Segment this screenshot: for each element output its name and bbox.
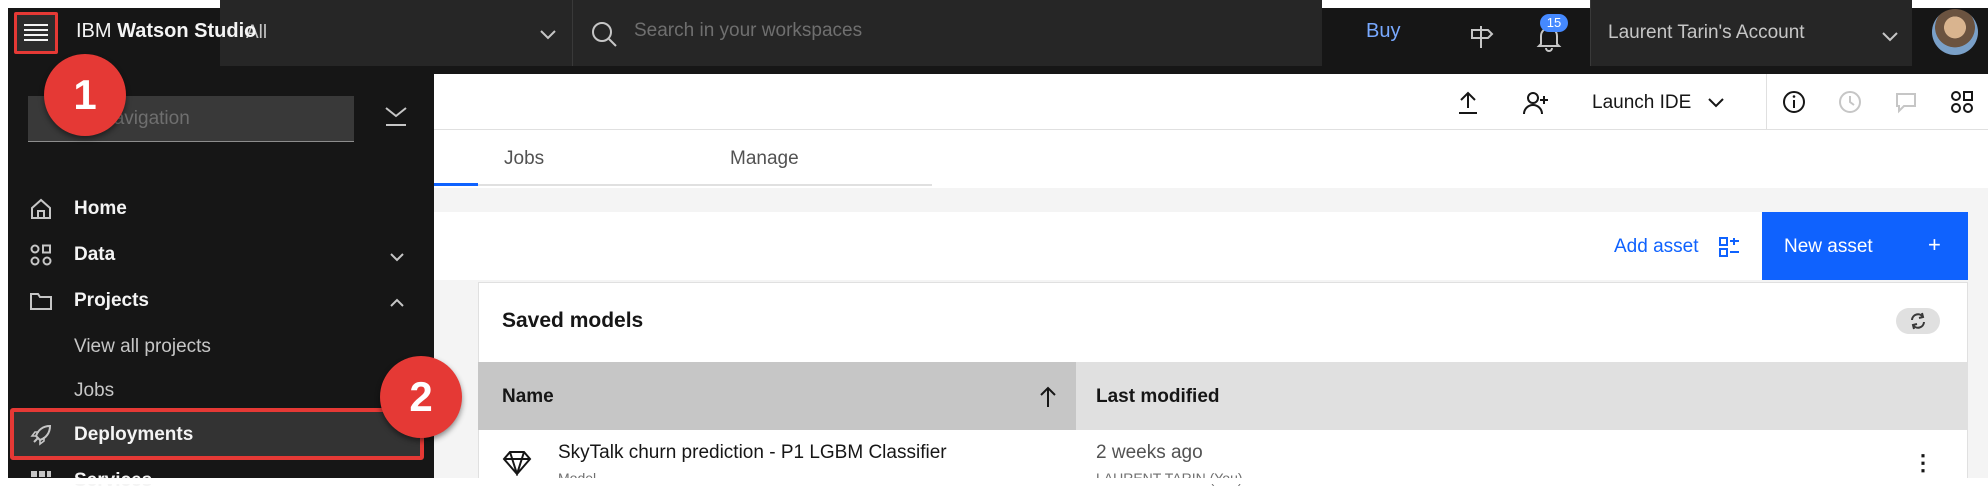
scope-selector[interactable] bbox=[220, 0, 572, 66]
chevron-down-icon bbox=[540, 30, 556, 40]
tab-bar bbox=[344, 132, 1988, 186]
search-icon bbox=[592, 22, 617, 47]
avatar[interactable] bbox=[1932, 9, 1978, 55]
bottom-edge bbox=[8, 478, 1988, 484]
notification-badge: 15 bbox=[1540, 14, 1568, 32]
app-brand[interactable]: IBM Watson Studio bbox=[76, 20, 256, 43]
step-marker-2: 2 bbox=[380, 356, 462, 438]
chevron-down-icon bbox=[390, 253, 404, 262]
search-input[interactable]: Search in your workspaces bbox=[634, 20, 862, 42]
buy-link[interactable]: Buy bbox=[1366, 20, 1400, 43]
tab-jobs[interactable]: Jobs bbox=[504, 148, 544, 170]
folder-icon bbox=[30, 293, 52, 310]
column-header-name[interactable] bbox=[478, 362, 1076, 430]
launch-ide-button[interactable]: Launch IDE bbox=[1592, 92, 1691, 114]
sidebar-item-deployments[interactable]: Deployments bbox=[74, 424, 193, 446]
sidebar-item-projects[interactable]: Projects bbox=[74, 290, 149, 312]
history-icon[interactable] bbox=[1838, 90, 1862, 114]
collapse-all-icon[interactable] bbox=[384, 106, 408, 128]
overflow-menu-icon[interactable]: ⋮ bbox=[1912, 450, 1934, 476]
chevron-down-icon bbox=[1708, 98, 1724, 108]
sidebar-item-deployments-highlight[interactable] bbox=[10, 408, 424, 460]
step-marker-1: 1 bbox=[44, 54, 126, 136]
toolbar-divider bbox=[1766, 74, 1767, 130]
add-collaborator-icon[interactable] bbox=[1522, 90, 1550, 116]
rocket-icon bbox=[30, 424, 52, 446]
plus-icon: + bbox=[1928, 232, 1941, 257]
model-name-link[interactable]: SkyTalk churn prediction - P1 LGBM Class… bbox=[558, 442, 947, 464]
chevron-down-icon bbox=[1882, 32, 1898, 42]
menu-icon bbox=[24, 24, 48, 41]
add-asset-icon bbox=[1719, 237, 1739, 257]
sidebar-item-view-all-projects[interactable]: View all projects bbox=[74, 336, 211, 358]
sidebar-item-jobs[interactable]: Jobs bbox=[74, 380, 114, 402]
last-modified-value: 2 weeks ago bbox=[1096, 442, 1203, 463]
info-icon[interactable] bbox=[1782, 90, 1806, 114]
signpost-icon[interactable] bbox=[1468, 24, 1494, 50]
new-asset-label: New asset bbox=[1784, 236, 1873, 257]
data-icon[interactable] bbox=[1950, 90, 1974, 114]
tab-manage[interactable]: Manage bbox=[730, 148, 799, 170]
account-name: Laurent Tarin's Account bbox=[1608, 22, 1805, 43]
sort-ascending-icon[interactable] bbox=[1038, 385, 1058, 409]
sidebar-item-data[interactable]: Data bbox=[74, 244, 115, 266]
model-icon bbox=[502, 451, 532, 476]
refresh-icon bbox=[1911, 312, 1925, 330]
hamburger-menu-button[interactable] bbox=[14, 12, 58, 54]
column-last-modified-label[interactable]: Last modified bbox=[1096, 386, 1220, 408]
home-icon bbox=[31, 198, 51, 219]
chevron-up-icon bbox=[390, 298, 404, 307]
upload-icon[interactable] bbox=[1456, 90, 1480, 116]
brand-prefix: IBM bbox=[76, 20, 112, 42]
brand-product: Watson Studio bbox=[117, 20, 257, 42]
panel-title: Saved models bbox=[502, 309, 644, 332]
comment-icon[interactable] bbox=[1894, 90, 1918, 114]
sidebar-item-home[interactable]: Home bbox=[74, 198, 127, 220]
data-icon bbox=[30, 244, 52, 266]
column-name-label: Name bbox=[502, 386, 554, 407]
add-asset-button[interactable]: Add asset bbox=[1614, 236, 1699, 258]
